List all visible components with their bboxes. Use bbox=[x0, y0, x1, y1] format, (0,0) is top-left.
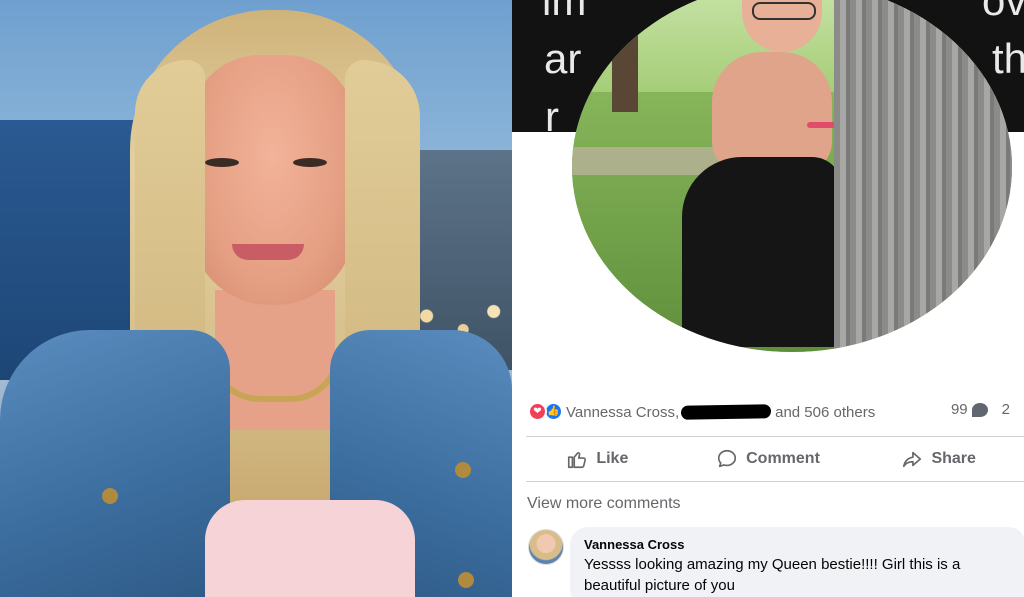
comment-author[interactable]: Vannessa Cross bbox=[584, 537, 1012, 552]
avatar[interactable] bbox=[528, 529, 564, 565]
left-eye bbox=[205, 158, 239, 167]
reactors-text[interactable]: Vannessa Cross, and 506 others bbox=[566, 404, 875, 421]
comment-label: Comment bbox=[746, 450, 820, 467]
comment-icon bbox=[718, 449, 737, 468]
reactor-name: Vannessa Cross, bbox=[566, 403, 680, 421]
comment-bubble: Vannessa Cross Yessss looking amazing my… bbox=[570, 527, 1024, 597]
reaction-icons: ❤ 👍 bbox=[528, 401, 566, 423]
redaction-bar bbox=[680, 404, 772, 420]
background-tree bbox=[612, 0, 638, 112]
comment-bubble-icon bbox=[971, 402, 988, 417]
comment: Vannessa Cross Yessss looking amazing my… bbox=[526, 527, 1024, 597]
comment-button[interactable]: Comment bbox=[683, 437, 854, 481]
band-text-fragment: r bbox=[545, 93, 559, 140]
post-actions: Like Comment Share bbox=[512, 437, 1024, 481]
tree-trunk bbox=[834, 0, 1012, 352]
like-button[interactable]: Like bbox=[512, 437, 683, 481]
portrait-photo bbox=[0, 0, 512, 597]
share-count-fragment: 2 bbox=[1001, 401, 1010, 418]
right-eye bbox=[293, 158, 327, 167]
love-reaction-icon: ❤ bbox=[528, 402, 547, 421]
divider bbox=[526, 481, 1024, 482]
reactions-summary[interactable]: ❤ 👍 Vannessa Cross, and 506 others 99 2 bbox=[512, 392, 1024, 432]
like-label: Like bbox=[596, 450, 629, 467]
face bbox=[190, 55, 355, 305]
mouth bbox=[232, 244, 304, 260]
view-more-comments-link[interactable]: View more comments bbox=[527, 495, 681, 513]
reactor-others: and 506 others bbox=[775, 403, 876, 421]
jacket-button bbox=[455, 462, 471, 478]
profile-photo-oval bbox=[572, 0, 1012, 352]
glasses bbox=[752, 2, 816, 20]
post-image[interactable]: im ov ar th r bbox=[512, 0, 1024, 385]
path bbox=[572, 147, 722, 175]
jacket-button bbox=[458, 572, 474, 588]
share-arrow-icon bbox=[903, 451, 922, 468]
comment-count-value: 99 bbox=[950, 401, 968, 418]
person-shoulders bbox=[712, 52, 832, 172]
share-label: Share bbox=[931, 450, 976, 467]
thumbs-up-icon bbox=[568, 451, 587, 469]
pink-top bbox=[205, 500, 415, 597]
jacket-button bbox=[102, 488, 118, 504]
share-button[interactable]: Share bbox=[853, 437, 1024, 481]
facebook-post: im ov ar th r ❤ 👍 Vannessa Cross, and bbox=[512, 0, 1024, 597]
comment-text: Yessss looking amazing my Queen bestie!!… bbox=[584, 556, 961, 594]
denim-jacket-left bbox=[0, 330, 230, 597]
comment-count[interactable]: 99 2 bbox=[951, 401, 1010, 418]
black-top bbox=[682, 157, 842, 347]
